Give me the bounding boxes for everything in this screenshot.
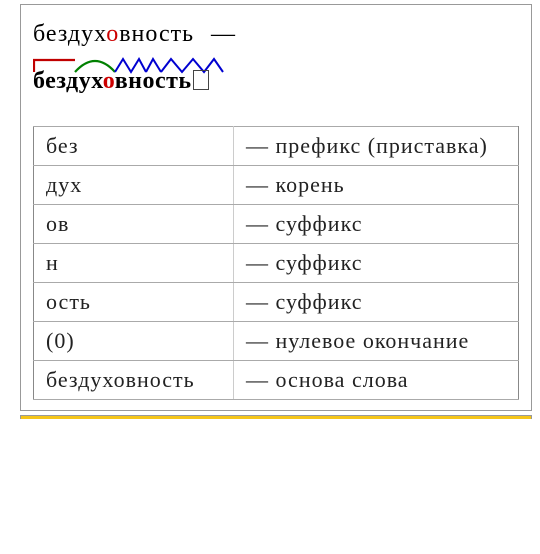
table-row: бездуховность — основа слова <box>34 361 519 400</box>
table-row: дух — корень <box>34 166 519 205</box>
headword-post: вность <box>119 21 194 47</box>
headword-pre: бездух <box>33 21 106 47</box>
table-row: без — префикс (приставка) <box>34 127 519 166</box>
desc-cell: — суффикс <box>234 283 519 322</box>
morph-cell: дух <box>34 166 234 205</box>
morph-cell: н <box>34 244 234 283</box>
morph-pre: бездух <box>33 68 103 94</box>
morph-cell: ов <box>34 205 234 244</box>
morph-cell: бездуховность <box>34 361 234 400</box>
desc-cell: — префикс (приставка) <box>234 127 519 166</box>
headword-dash: — <box>211 21 236 47</box>
morpheme-word: бездуховность <box>33 68 209 95</box>
morpheme-diagram: бездуховность <box>33 54 519 100</box>
morph-post: вность <box>115 68 192 94</box>
headword-line: бездуховность — <box>33 21 519 48</box>
morph-cell: ость <box>34 283 234 322</box>
morpheme-table: без — префикс (приставка) дух — корень о… <box>33 126 519 400</box>
yellow-divider <box>20 415 532 419</box>
headword-stress: о <box>106 21 119 47</box>
desc-cell: — корень <box>234 166 519 205</box>
desc-cell: — основа слова <box>234 361 519 400</box>
zero-ending-box-icon <box>193 70 209 90</box>
desc-cell: — нулевое окончание <box>234 322 519 361</box>
table-row: н — суффикс <box>34 244 519 283</box>
table-row: ов — суффикс <box>34 205 519 244</box>
table-row: (0) — нулевое окончание <box>34 322 519 361</box>
morph-stress: о <box>103 68 115 94</box>
desc-cell: — суффикс <box>234 244 519 283</box>
morph-cell: без <box>34 127 234 166</box>
word-analysis-card: бездуховность — бездуховность без — преф… <box>20 4 532 411</box>
morph-cell: (0) <box>34 322 234 361</box>
table-row: ость — суффикс <box>34 283 519 322</box>
desc-cell: — суффикс <box>234 205 519 244</box>
